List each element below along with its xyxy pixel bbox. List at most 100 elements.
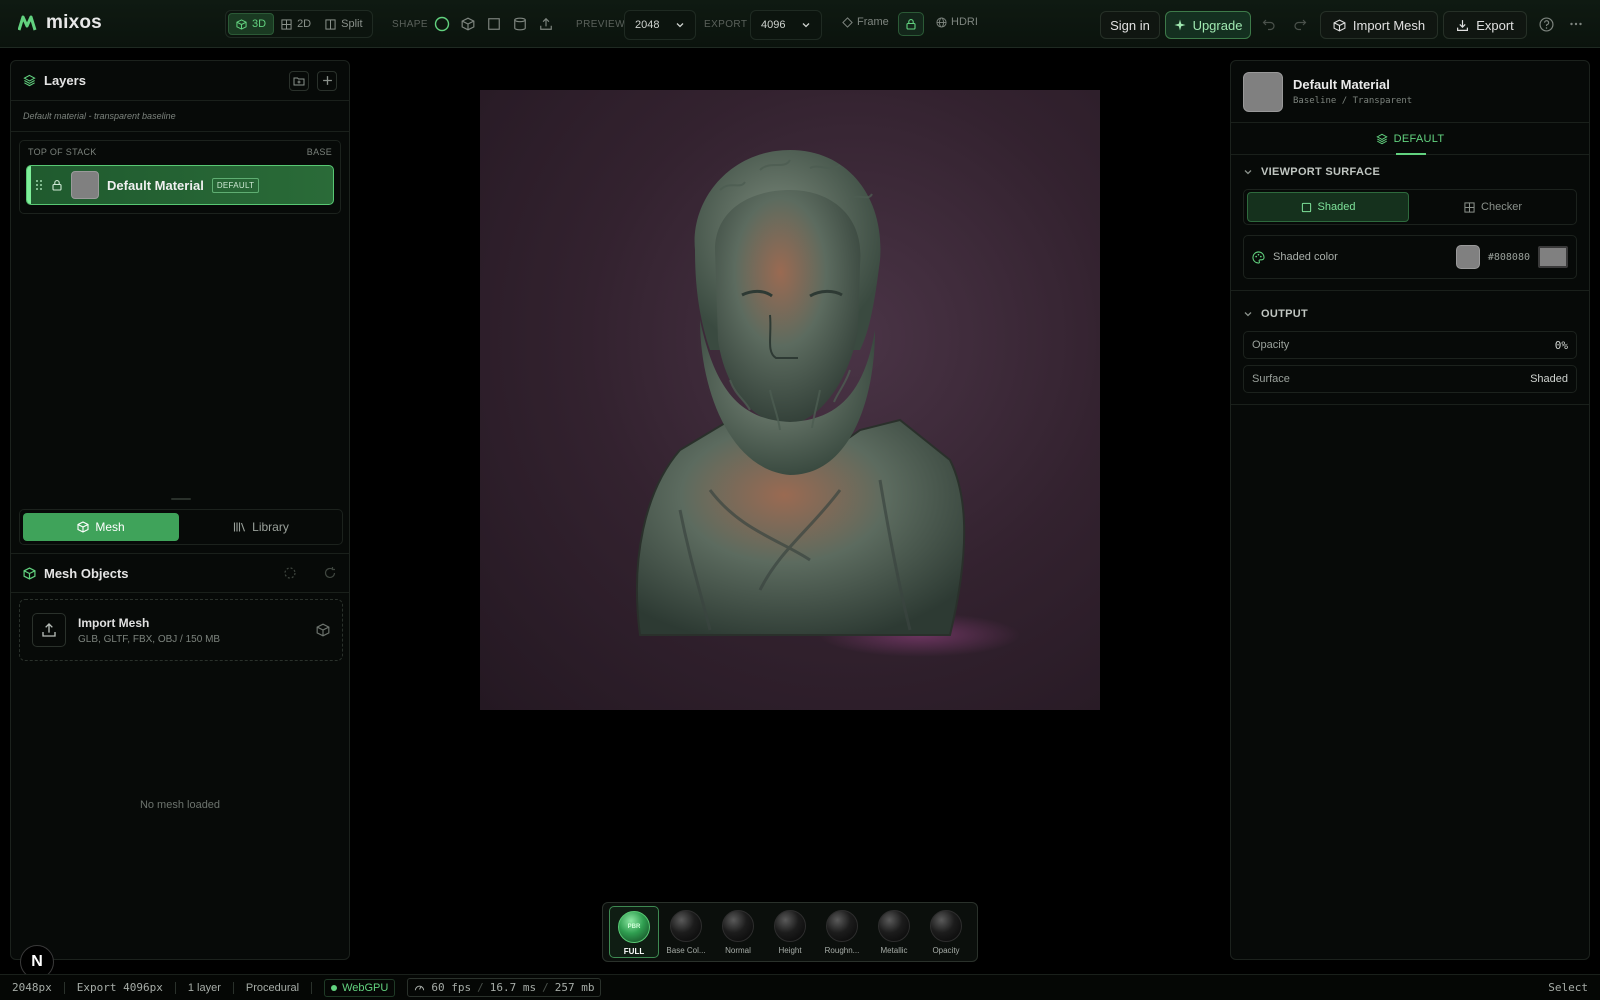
sign-in-button[interactable]: Sign in — [1100, 11, 1160, 39]
viewport-canvas[interactable] — [480, 90, 1100, 710]
shape-cylinder-button[interactable] — [510, 14, 530, 34]
import-mesh-button[interactable]: Import Mesh — [1320, 11, 1438, 39]
view-mode-switcher: 3D 2D Split — [225, 10, 373, 38]
help-button[interactable] — [1536, 14, 1556, 34]
panel-resize-handle[interactable] — [171, 498, 191, 500]
tab-library[interactable]: Library — [183, 513, 339, 541]
shaded-color-row: Shaded color #808080 — [1243, 235, 1577, 279]
gauge-icon — [415, 985, 425, 991]
sphere-icon — [434, 16, 450, 32]
tab-default[interactable]: DEFAULT — [1231, 123, 1589, 155]
redo-button[interactable] — [1290, 14, 1310, 34]
memory-value: 257 mb — [554, 981, 595, 994]
mode-3d-button[interactable]: 3D — [228, 13, 275, 35]
chevron-down-icon — [1244, 170, 1252, 175]
channel-height[interactable]: Height — [765, 906, 815, 958]
hdri-button[interactable]: HDRI — [936, 16, 978, 28]
more-menu-button[interactable] — [1566, 14, 1586, 34]
cube-icon — [77, 521, 89, 533]
upgrade-button[interactable]: Upgrade — [1165, 11, 1251, 39]
shape-plane-button[interactable] — [484, 14, 504, 34]
material-inspector-panel: Default Material Baseline / Transparent … — [1230, 60, 1590, 960]
new-folder-button[interactable] — [289, 70, 309, 91]
hdri-label: HDRI — [951, 16, 978, 28]
frame-button[interactable]: Frame — [842, 16, 889, 28]
tab-mesh[interactable]: Mesh — [23, 513, 179, 541]
status-separator — [311, 981, 313, 994]
preview-resolution-select[interactable]: 2048 — [624, 10, 696, 40]
globe-icon — [936, 16, 947, 28]
channel-full-ball: PBR — [618, 911, 650, 943]
split-icon — [325, 18, 336, 30]
mode-split-button[interactable]: Split — [318, 13, 369, 35]
redo-icon — [1294, 19, 1307, 31]
frame-ms-value: 16.7 ms — [489, 981, 537, 994]
cube-icon — [461, 17, 475, 31]
channel-label: Base Col... — [666, 946, 706, 955]
output-section-header[interactable]: OUTPUT — [1231, 297, 1589, 331]
shaded-color-hex[interactable]: #808080 — [1488, 252, 1530, 263]
loading-icon[interactable] — [283, 566, 297, 580]
material-swatch[interactable] — [1243, 71, 1283, 112]
cube-icon — [316, 623, 330, 637]
channel-normal[interactable]: Normal — [713, 906, 763, 958]
palette-icon — [1252, 250, 1265, 264]
active-tool: Select — [1548, 981, 1588, 994]
bust-render-image — [635, 150, 1020, 657]
channel-label: Metallic — [880, 946, 908, 955]
import-mesh-dropzone[interactable]: Import Mesh GLB, GLTF, FBX, OBJ / 150 MB — [19, 599, 343, 661]
channel-label: FULL — [623, 947, 645, 956]
drag-handle-icon[interactable] — [35, 179, 43, 191]
export-label-button: Export — [1476, 17, 1514, 33]
mesh-library-tabs: Mesh Library — [19, 509, 343, 545]
upload-icon — [540, 17, 552, 30]
refresh-icon[interactable] — [323, 566, 337, 580]
app-name: mixos — [46, 12, 102, 33]
cube-icon — [1333, 18, 1346, 32]
export-label: EXPORT — [704, 19, 748, 30]
cylinder-icon — [514, 17, 526, 31]
viewport-surface-section-header[interactable]: VIEWPORT SURFACE — [1231, 155, 1589, 189]
channel-metallic[interactable]: Metallic — [869, 906, 919, 958]
surface-shaded-button[interactable]: Shaded — [1247, 192, 1409, 222]
section-divider — [1231, 393, 1589, 405]
layer-item-default-material[interactable]: Default Material DEFAULT — [26, 165, 334, 205]
viewport-surface-title: VIEWPORT SURFACE — [1261, 166, 1381, 178]
opacity-row[interactable]: Opacity 0% — [1243, 331, 1577, 359]
lock-toggle[interactable] — [898, 12, 924, 36]
surface-shaded-label: Shaded — [1317, 201, 1356, 213]
channel-base-color[interactable]: Base Col... — [661, 906, 711, 958]
export-resolution-select[interactable]: 4096 — [750, 10, 822, 40]
more-icon — [1570, 22, 1582, 26]
channel-opacity[interactable]: Opacity — [921, 906, 971, 958]
mode-3d-label: 3D — [252, 18, 267, 30]
app-logo[interactable]: mixos — [18, 12, 102, 34]
shape-sphere-button[interactable] — [432, 14, 452, 34]
webgpu-label: WebGPU — [342, 981, 389, 994]
channel-roughness[interactable]: Roughn... — [817, 906, 867, 958]
material-title: Default Material — [1293, 77, 1390, 92]
webgpu-badge: WebGPU — [324, 978, 396, 997]
no-mesh-message: No mesh loaded — [139, 799, 221, 811]
channel-full[interactable]: PBR FULL — [609, 906, 659, 958]
shape-cube-button[interactable] — [458, 14, 478, 34]
fps-value: 60 fps — [431, 981, 472, 994]
mode-2d-button[interactable]: 2D — [274, 13, 318, 35]
folder-plus-icon — [293, 77, 305, 85]
layers-icon — [23, 74, 36, 87]
surface-checker-button[interactable]: Checker — [1413, 192, 1573, 222]
shaded-color-swatch[interactable] — [1455, 245, 1480, 269]
shaded-color-picker[interactable] — [1538, 246, 1568, 268]
logo-icon — [18, 15, 37, 31]
channel-label: Roughn... — [824, 946, 860, 955]
undo-button[interactable] — [1259, 14, 1279, 34]
shape-upload-button[interactable] — [536, 14, 556, 34]
mode-split-label: Split — [341, 18, 363, 30]
export-button[interactable]: Export — [1443, 11, 1527, 39]
surface-row[interactable]: Surface Shaded — [1243, 365, 1577, 393]
add-layer-button[interactable] — [317, 70, 337, 91]
lock-icon[interactable] — [51, 179, 63, 191]
status-resolution: 2048px — [12, 981, 52, 994]
mode-2d-label: 2D — [297, 18, 312, 30]
layer-stack: TOP OF STACK BASE Default Material DEFAU… — [19, 140, 341, 214]
